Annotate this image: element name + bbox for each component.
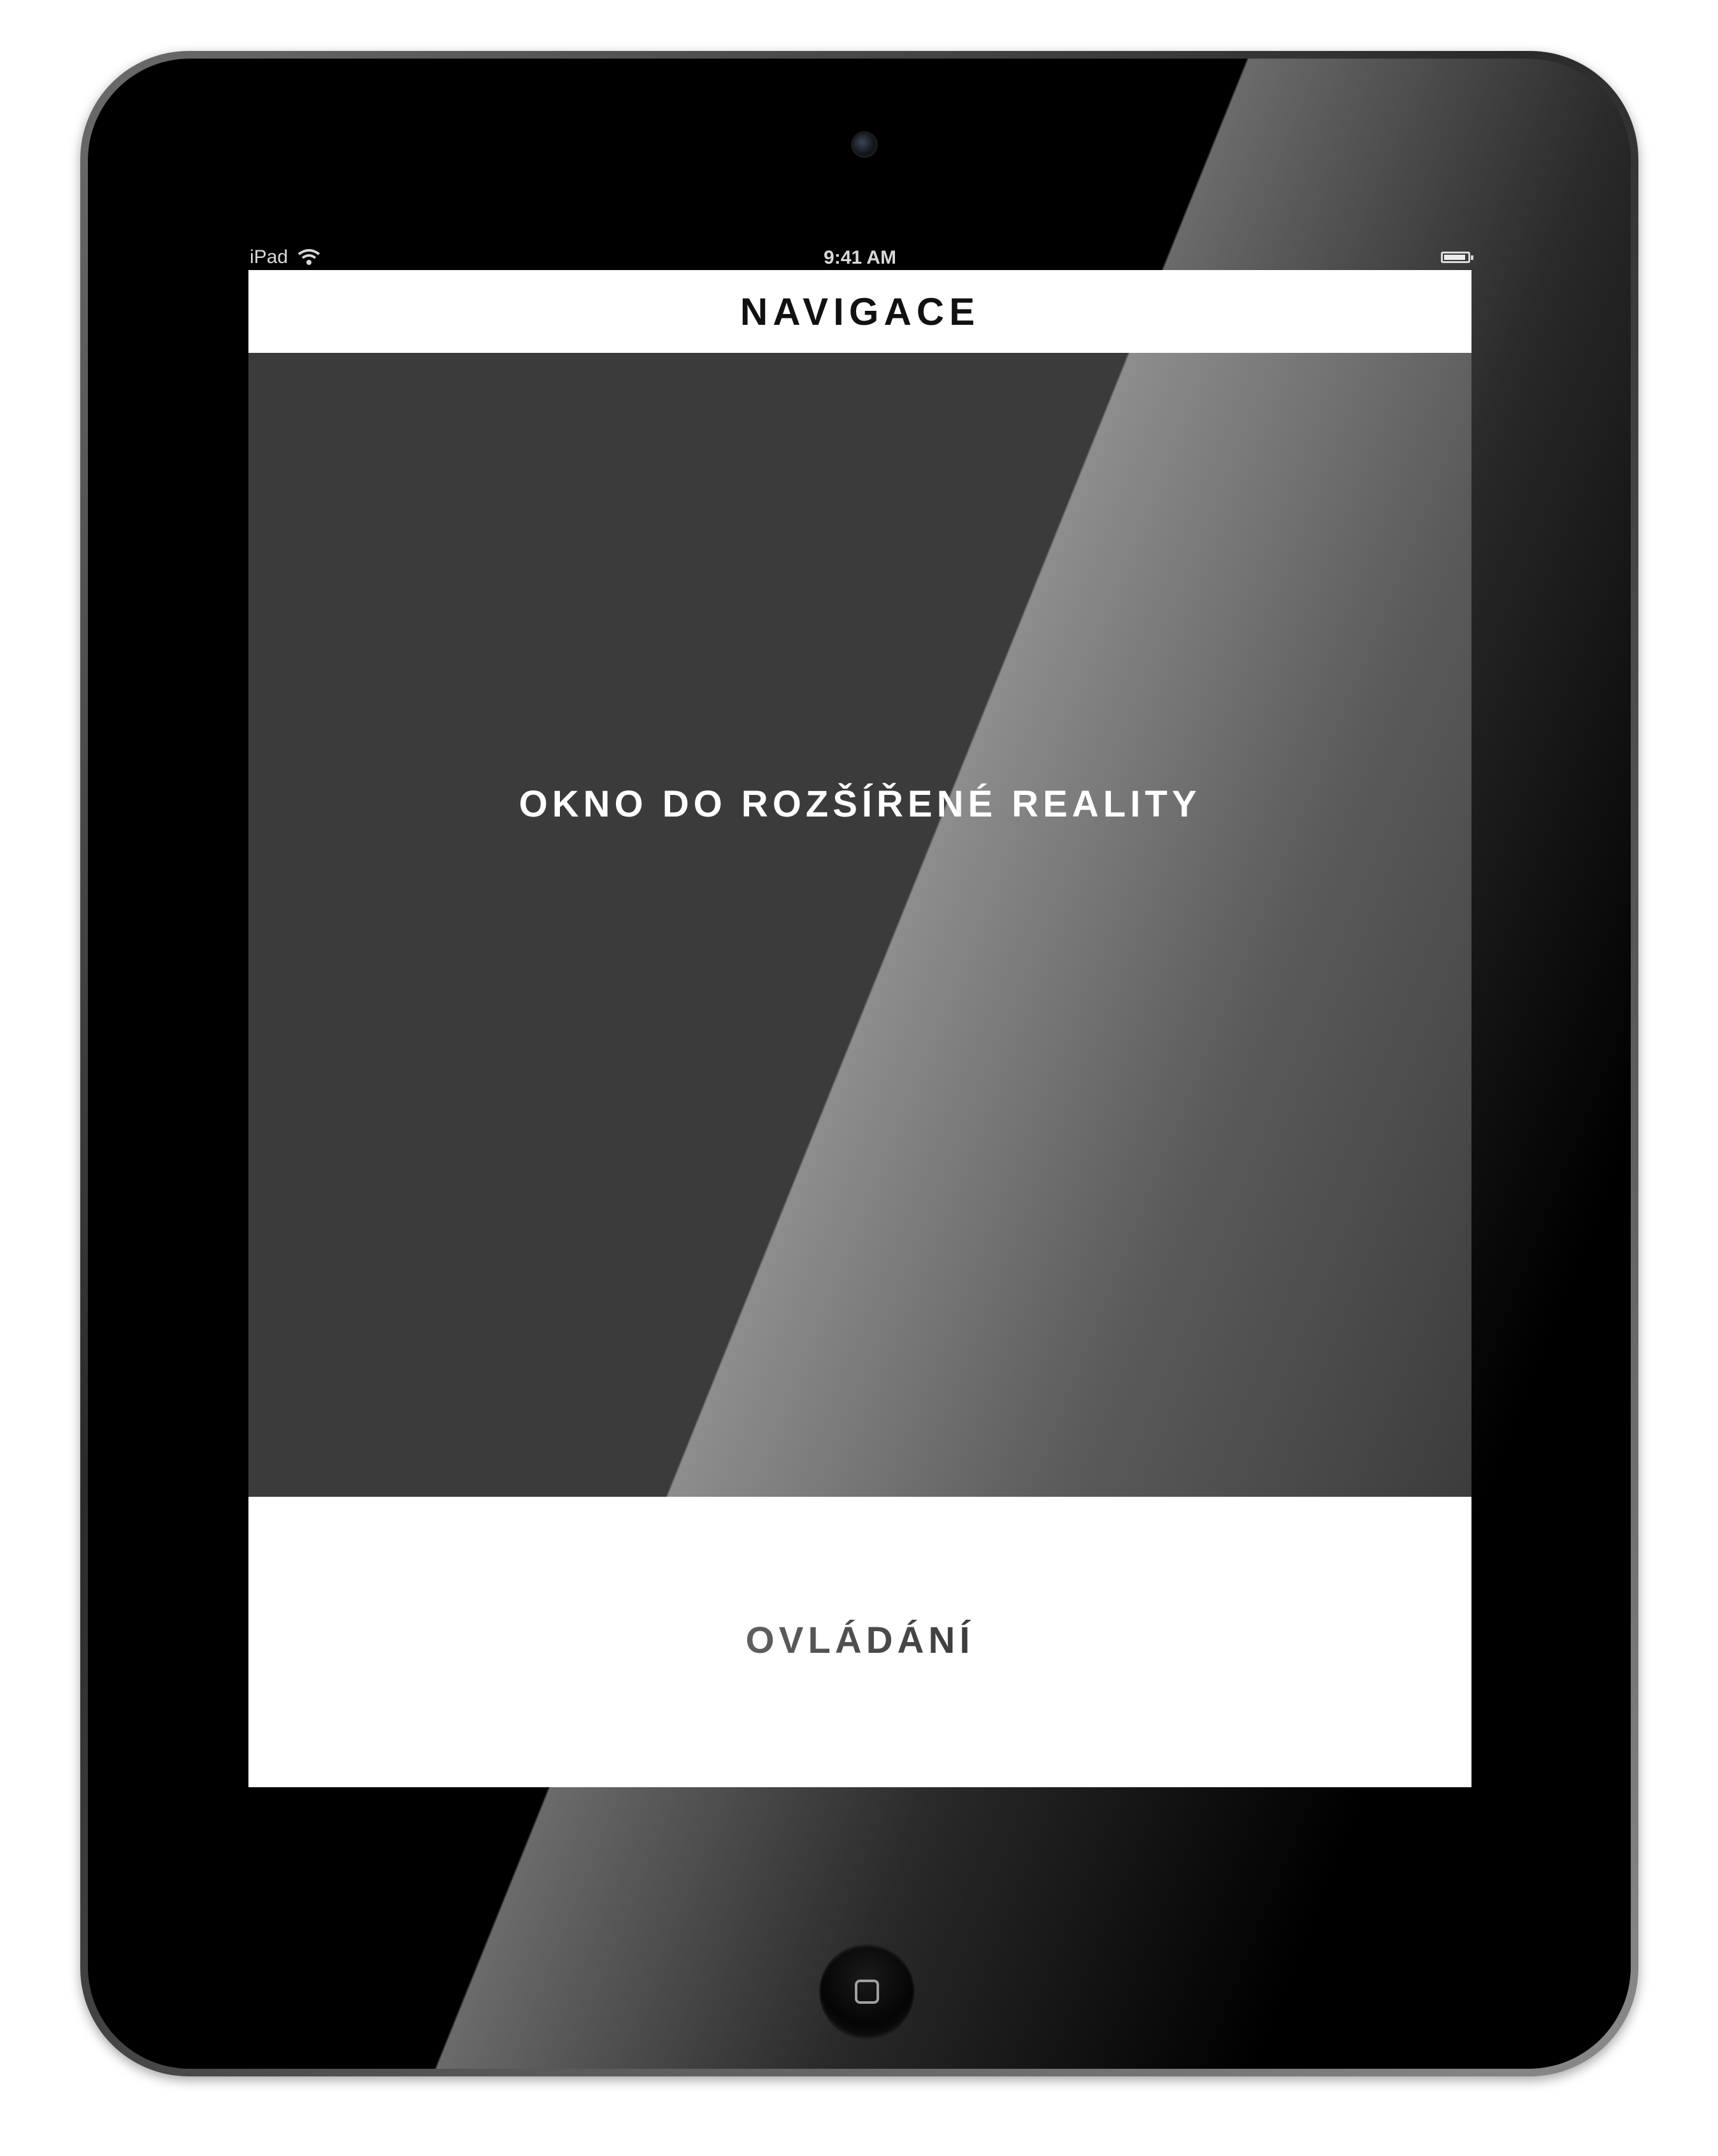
battery-icon xyxy=(1441,252,1473,263)
home-button-icon xyxy=(855,1980,879,2004)
ar-window-label: OKNO DO ROZŠÍŘENÉ REALITY xyxy=(519,783,1201,825)
navigation-bar: NAVIGACE xyxy=(248,270,1471,353)
status-bar: iPad 9:41 AM xyxy=(241,243,1479,270)
device-bezel: iPad 9:41 AM NAVIGACE OKNO DO ROZŠÍŘENÉ … xyxy=(88,59,1631,2069)
ipad-device-frame: iPad 9:41 AM NAVIGACE OKNO DO ROZŠÍŘENÉ … xyxy=(80,51,1638,2076)
home-button[interactable] xyxy=(819,1944,915,2039)
controls-button[interactable]: OVLÁDÁNÍ xyxy=(248,1497,1471,1787)
status-time: 9:41 AM xyxy=(824,247,896,268)
controls-label: OVLÁDÁNÍ xyxy=(745,1620,975,1661)
device-screen: iPad 9:41 AM NAVIGACE OKNO DO ROZŠÍŘENÉ … xyxy=(241,243,1479,1795)
page-title: NAVIGACE xyxy=(740,290,980,333)
battery-fill xyxy=(1444,255,1466,260)
front-camera xyxy=(854,134,875,155)
ar-window-button[interactable]: OKNO DO ROZŠÍŘENÉ REALITY xyxy=(248,353,1471,1497)
